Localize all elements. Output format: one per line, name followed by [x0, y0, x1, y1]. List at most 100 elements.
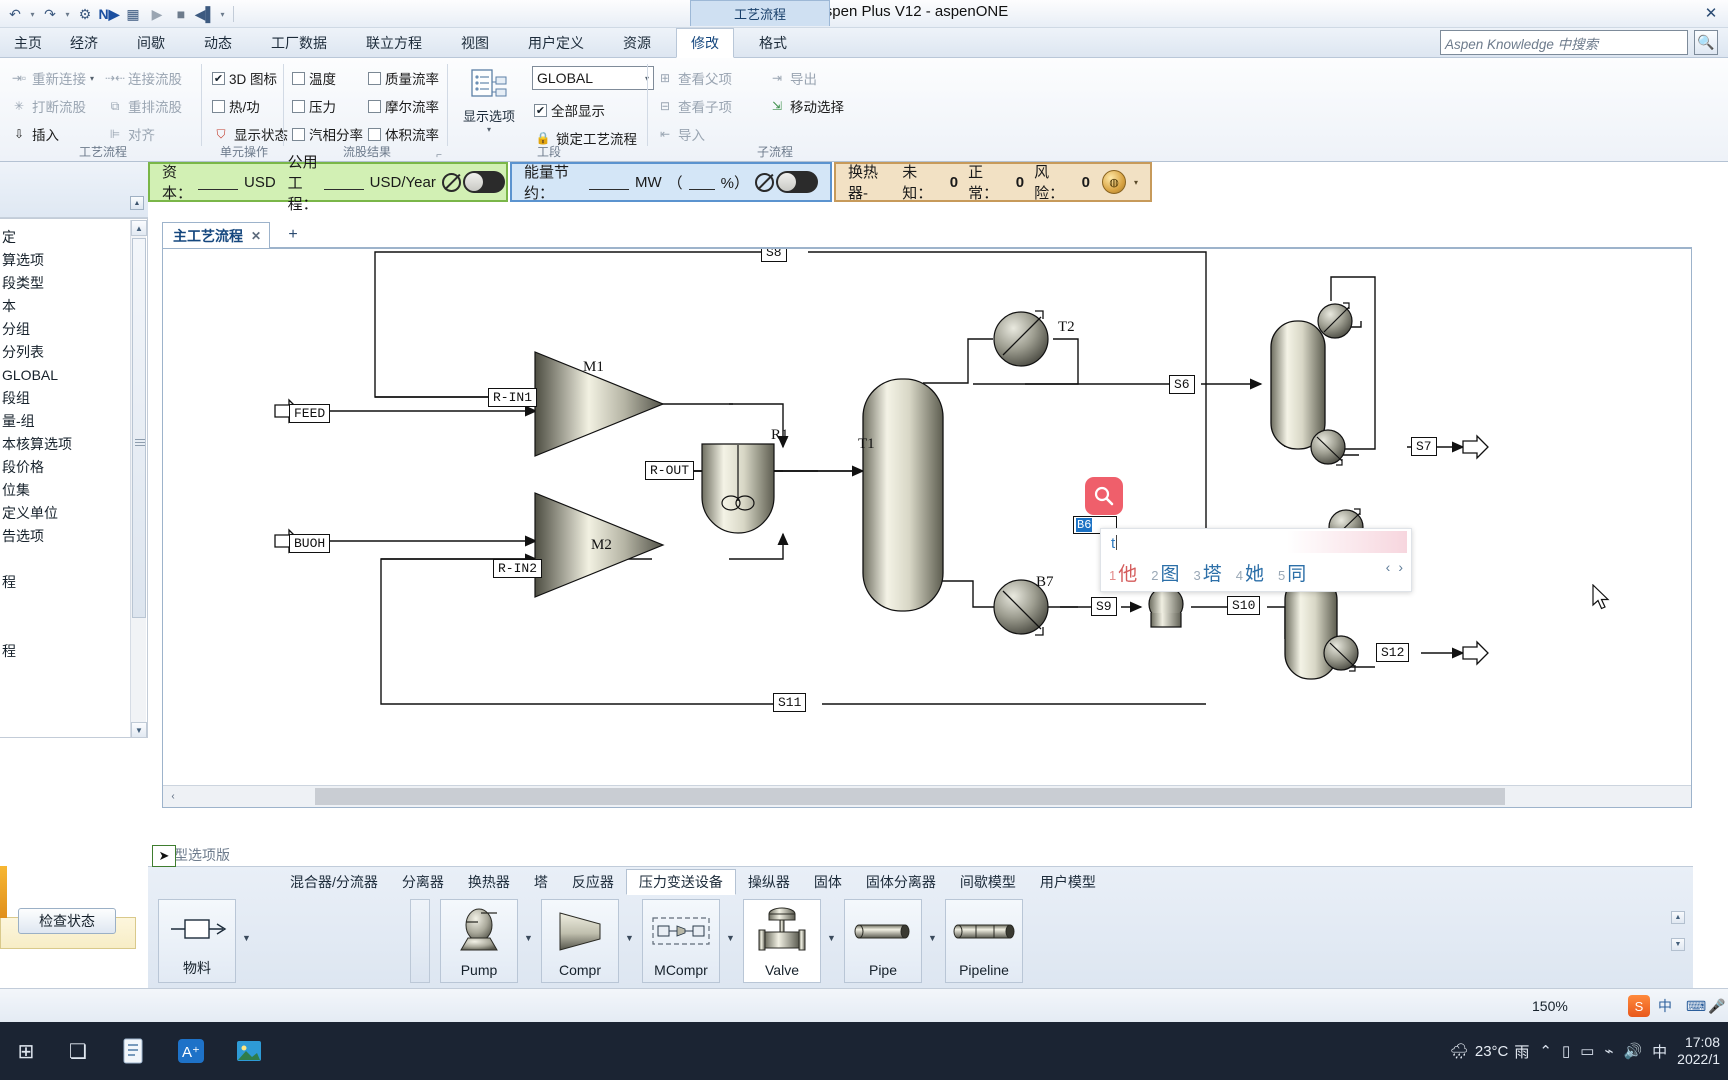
zoom-level[interactable]: 150% — [1532, 989, 1568, 1023]
tree-item[interactable] — [0, 593, 147, 616]
ime-mode-indicator[interactable]: 中 — [1658, 989, 1672, 1023]
flowsheet-canvas[interactable]: M1 M2 R1 T1 T2 B7 FEED BUOH R-IN1 R-IN2 … — [163, 249, 1691, 784]
palette-item-mcompr[interactable]: MCompr — [642, 899, 720, 983]
battery-icon[interactable]: ▯ — [1562, 1042, 1570, 1060]
stream-tag-R-IN2[interactable]: R-IN2 — [493, 559, 543, 578]
scrollbar-thumb[interactable] — [132, 238, 146, 618]
tree-item[interactable]: 分组 — [0, 317, 147, 340]
palette-tab-columns[interactable]: 塔 — [522, 869, 560, 895]
tree-item[interactable]: 程 — [0, 639, 147, 662]
pressure-checkbox[interactable] — [292, 99, 305, 113]
palette-scroll-left[interactable] — [410, 899, 430, 983]
search-box[interactable]: Aspen Knowledge 中搜索 — [1440, 30, 1688, 55]
compr-dropdown-icon[interactable]: ▼ — [625, 933, 634, 943]
undo-dropdown-icon[interactable]: ▾ — [28, 10, 37, 19]
tree-item[interactable] — [0, 547, 147, 570]
ime-candidate-5[interactable]: 5 同 — [1278, 559, 1306, 586]
palette-nav-up-icon[interactable]: ▲ — [1671, 911, 1685, 924]
show-status-label[interactable]: 显示状态 — [234, 124, 288, 144]
ribbon-tab-home[interactable]: 主页 — [0, 28, 56, 58]
chevron-up-icon[interactable]: ⌃ — [1539, 1042, 1552, 1060]
palette-tab-separators[interactable]: 分离器 — [390, 869, 456, 895]
ribbon-tab-equations[interactable]: 联立方程 — [352, 28, 436, 58]
vapor-fraction-label[interactable]: 汽相分率 — [309, 124, 363, 144]
explorer-scroll-up-icon[interactable]: ▲ — [130, 196, 144, 210]
play-icon[interactable]: ▶ — [146, 3, 168, 25]
ime-candidate-3[interactable]: 3 塔 — [1194, 559, 1222, 586]
redo-icon[interactable]: ↷ — [39, 3, 61, 25]
temperature-checkbox[interactable] — [292, 71, 305, 85]
palette-tab-exchangers[interactable]: 换热器 — [456, 869, 522, 895]
folder-icon[interactable]: ▭ — [1580, 1042, 1594, 1060]
pipe-dropdown-icon[interactable]: ▼ — [928, 933, 937, 943]
stream-tag-R-OUT[interactable]: R-OUT — [645, 461, 695, 480]
palette-item-pump[interactable]: Pump — [440, 899, 518, 983]
tree-item[interactable]: 定 — [0, 225, 147, 248]
palette-item-compr[interactable]: Compr — [541, 899, 619, 983]
stream-tag-S9[interactable]: S9 — [1091, 597, 1117, 616]
ime-candidate-2[interactable]: 2 图 — [1151, 559, 1179, 586]
align-label[interactable]: 对齐 — [128, 124, 155, 144]
tree-item[interactable]: 段价格 — [0, 455, 147, 478]
tree-item[interactable]: 算选项 — [0, 248, 147, 271]
tab-main-flowsheet[interactable]: 主工艺流程 ✕ — [162, 222, 271, 248]
scroll-up-icon[interactable]: ▲ — [131, 220, 147, 236]
material-dropdown-icon[interactable]: ▼ — [242, 933, 251, 943]
scrollbar-thumb[interactable] — [315, 788, 1505, 805]
stream-tag-S11[interactable]: S11 — [773, 693, 807, 712]
mole-flow-checkbox[interactable] — [368, 99, 381, 113]
keyboard-icon[interactable]: ⌨ — [1686, 989, 1706, 1023]
chevron-down-icon[interactable]: ▾ — [1134, 178, 1138, 187]
palette-tab-mixers[interactable]: 混合器/分流器 — [278, 869, 390, 895]
tree-item[interactable]: 定义单位 — [0, 501, 147, 524]
explorer-scrollbar[interactable]: ▲ ▼ — [130, 220, 147, 737]
capital-toggle[interactable] — [441, 171, 505, 193]
temperature-label[interactable]: 温度 — [309, 68, 336, 88]
redo-dropdown-icon[interactable]: ▾ — [63, 10, 72, 19]
ribbon-tab-view[interactable]: 视图 — [447, 28, 503, 58]
volume-flow-checkbox[interactable] — [368, 127, 381, 141]
volume-icon[interactable]: 🔊 — [1623, 1042, 1642, 1060]
display-options-button[interactable]: 显示选项 ▾ — [452, 64, 526, 134]
pressure-label[interactable]: 压力 — [309, 96, 336, 116]
palette-item-material[interactable]: 物料 — [158, 899, 236, 983]
palette-tab-solids[interactable]: 固体 — [802, 869, 854, 895]
ime-candidate-1[interactable]: 1 他 — [1109, 559, 1137, 586]
ime-candidate-4[interactable]: 4 她 — [1236, 559, 1264, 586]
heat-work-checkbox[interactable] — [212, 99, 225, 113]
3d-icons-checkbox[interactable]: ✔ — [212, 71, 225, 85]
tree-item[interactable]: GLOBAL — [0, 363, 147, 386]
search-input[interactable]: Aspen Knowledge 中搜索 — [1445, 33, 1598, 53]
ime-app-icon[interactable]: S — [1628, 995, 1650, 1017]
tree-item[interactable]: 位集 — [0, 478, 147, 501]
ribbon-tab-dynamics[interactable]: 动态 — [190, 28, 246, 58]
tree-item[interactable]: 程 — [0, 570, 147, 593]
task-view-button[interactable]: ❏ — [52, 1022, 104, 1080]
stream-tag-R-IN1[interactable]: R-IN1 — [488, 388, 538, 407]
start-button[interactable]: ⊞ — [0, 1022, 52, 1080]
tree-item[interactable]: 量-组 — [0, 409, 147, 432]
scroll-left-icon[interactable]: ‹ — [163, 786, 183, 807]
palette-item-pipeline[interactable]: Pipeline — [945, 899, 1023, 983]
check-status-button[interactable]: 检查状态 — [18, 908, 116, 934]
run-icon[interactable]: N▶ — [98, 3, 120, 25]
energy-toggle[interactable] — [755, 171, 818, 193]
view-parent-label[interactable]: 查看父项 — [678, 68, 732, 88]
palette-tab-user-models[interactable]: 用户模型 — [1028, 869, 1108, 895]
scroll-down-icon[interactable]: ▼ — [131, 722, 147, 737]
next-step-icon[interactable]: ⚙ — [74, 3, 96, 25]
connect-stream-label[interactable]: 连接流股 — [128, 68, 182, 88]
step-back-icon[interactable]: ◀▌ — [194, 3, 216, 25]
add-tab-icon[interactable]: + — [282, 224, 304, 246]
document-tab[interactable]: 工艺流程 — [690, 0, 830, 26]
ribbon-tab-batch[interactable]: 间歇 — [123, 28, 179, 58]
search-icon[interactable] — [1085, 477, 1123, 515]
undo-icon[interactable]: ↶ — [4, 3, 26, 25]
wifi-icon[interactable]: ⌁ — [1604, 1042, 1613, 1060]
ime-prev-page-icon[interactable]: ‹ — [1386, 559, 1391, 575]
weather-widget[interactable]: 🌧 23°C 雨 — [1450, 1041, 1530, 1062]
tree-item[interactable]: 段组 — [0, 386, 147, 409]
mic-icon[interactable]: 🎤 — [1708, 989, 1725, 1023]
select-arrow-tool[interactable]: ➤ — [152, 845, 176, 867]
stream-tag-S7[interactable]: S7 — [1411, 437, 1437, 456]
